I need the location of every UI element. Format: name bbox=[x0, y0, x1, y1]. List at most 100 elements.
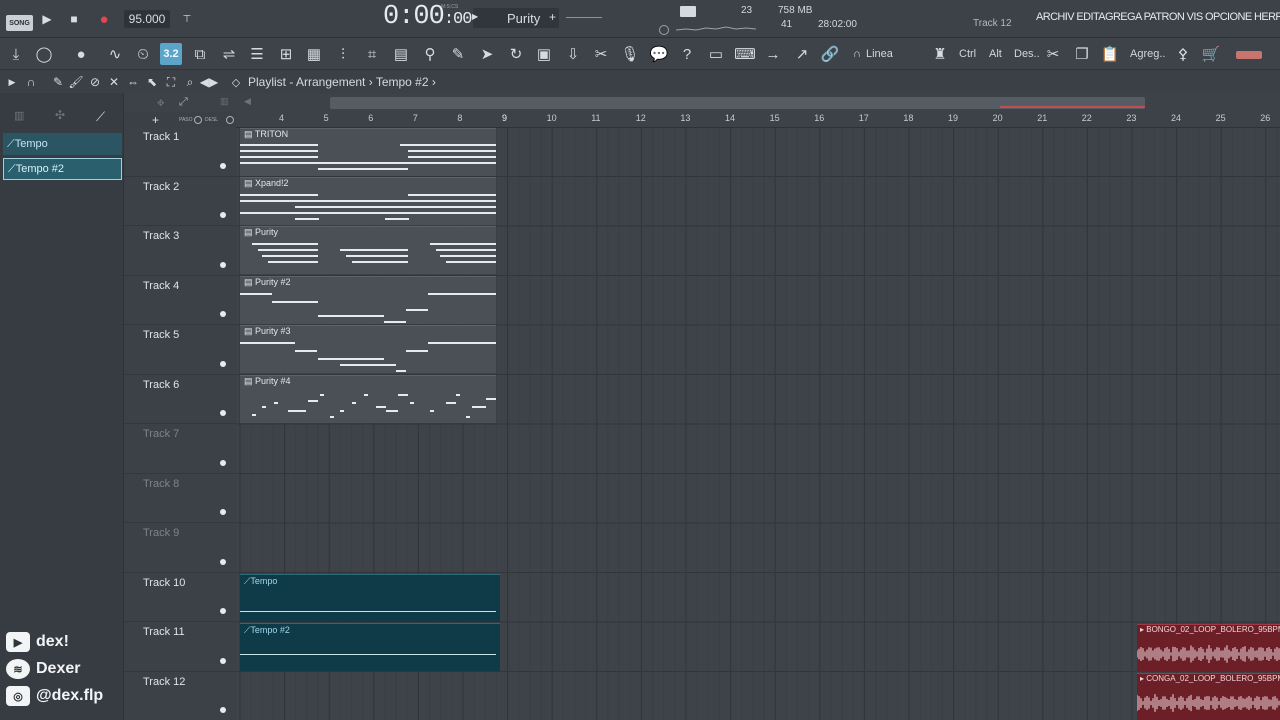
zoom-icon[interactable]: ⌕ bbox=[182, 74, 198, 90]
track-mute-dot[interactable] bbox=[220, 212, 226, 218]
step-edit-button[interactable]: 3.2 bbox=[160, 43, 182, 65]
add-pattern-icon[interactable]: + bbox=[549, 10, 556, 24]
paso-knob[interactable] bbox=[194, 116, 202, 124]
paste-icon[interactable]: 📋 bbox=[1099, 43, 1121, 65]
browser-icon[interactable]: ▤ bbox=[390, 43, 412, 65]
track-mute-dot[interactable] bbox=[220, 261, 226, 268]
track-mute-dot[interactable] bbox=[220, 558, 226, 565]
track-mute-dot[interactable] bbox=[220, 608, 226, 614]
cut-tool-icon[interactable]: ✂ bbox=[590, 43, 612, 65]
add-track-icon[interactable]: + bbox=[152, 113, 159, 127]
save-icon[interactable]: ▣ bbox=[533, 43, 555, 65]
picker-audio-icon[interactable]: ✣ bbox=[55, 108, 65, 122]
song-mode-button[interactable]: SONG bbox=[6, 15, 33, 31]
slide-icon[interactable]: ↗ bbox=[791, 43, 813, 65]
refresh-icon[interactable]: ↻ bbox=[505, 43, 527, 65]
mixer-icon[interactable]: ⫶ bbox=[332, 43, 354, 65]
keyboard-icon[interactable]: ⌨ bbox=[734, 43, 756, 65]
metronome-icon[interactable]: ● bbox=[70, 43, 92, 65]
track-mute-dot[interactable] bbox=[220, 410, 226, 416]
track-mute-dot[interactable] bbox=[220, 459, 226, 466]
playlist-grid[interactable]: ▤ TRITON ▤ Xpand!2 ▤ Purity ▤ Purity #2 … bbox=[236, 128, 1280, 720]
timeline-ruler[interactable]: 4 5 6 7 8 9 10 11 12 13 14 15 16 17 18 19 20 21 22 23 24 25 26 bbox=[236, 112, 1280, 128]
tempo-display[interactable]: 95.000 bbox=[124, 10, 170, 28]
flag-icon[interactable] bbox=[1236, 51, 1262, 59]
pattern-clip-purity-4[interactable]: ▤ Purity #4 bbox=[240, 375, 496, 423]
picker-item-tempo-2[interactable]: ⟋ Tempo #2 bbox=[3, 158, 122, 180]
desl-knob[interactable] bbox=[226, 116, 234, 124]
master-volume-slider[interactable] bbox=[566, 17, 602, 18]
paint-icon[interactable]: 🖌 bbox=[68, 74, 84, 90]
picker-pattern-icon[interactable]: ▥ bbox=[14, 109, 24, 122]
window-arrows-icon[interactable]: ◇ bbox=[228, 74, 244, 90]
automation-clip-tempo-2[interactable]: ⟋Tempo #2 bbox=[240, 623, 500, 671]
track-header[interactable]: Track 5 bbox=[124, 325, 236, 375]
track-header[interactable]: Track 8 bbox=[124, 474, 236, 523]
track-header[interactable]: Track 3 bbox=[124, 226, 236, 276]
undo-button[interactable]: Des.. bbox=[1014, 48, 1040, 60]
select-icon[interactable]: ⛶ bbox=[163, 74, 179, 90]
delete-icon[interactable]: ⊘ bbox=[87, 74, 103, 90]
slip-icon[interactable]: ⇔ bbox=[125, 74, 141, 90]
track-mute-dot[interactable] bbox=[220, 509, 226, 515]
shop-icon[interactable]: 🛒 bbox=[1200, 43, 1222, 65]
add-button[interactable]: Agreg.. bbox=[1130, 48, 1165, 60]
record-icon[interactable]: ● bbox=[95, 10, 113, 28]
track-header[interactable]: Track 12 bbox=[124, 672, 236, 720]
alt-button[interactable]: Alt bbox=[989, 48, 1002, 60]
magnet-icon[interactable]: ∩ bbox=[846, 43, 868, 65]
track-header[interactable]: Track 6 bbox=[124, 375, 236, 424]
recording-filter-icon[interactable]: ⇌ bbox=[218, 43, 240, 65]
pattern-clip-xpand[interactable]: ▤ Xpand!2 bbox=[240, 177, 496, 225]
copy-icon[interactable]: ❐ bbox=[1071, 43, 1093, 65]
plugin-icon[interactable]: ⚲ bbox=[419, 43, 441, 65]
mute-icon[interactable]: ✕ bbox=[106, 74, 122, 90]
track-mute-dot[interactable] bbox=[220, 360, 226, 367]
picker-automation-icon[interactable]: ⟋ bbox=[96, 109, 105, 125]
countdown-icon[interactable]: ⏲ bbox=[132, 43, 154, 65]
track-header[interactable]: Track 10 bbox=[124, 573, 236, 622]
master-pitch-knob[interactable] bbox=[659, 25, 669, 35]
main-menu[interactable]: ARCHIV EDITAGREGA PATRON VIS OPCIONE HER… bbox=[1036, 11, 1280, 23]
playback-icon[interactable]: ◀▶ bbox=[200, 74, 218, 90]
tempo-tap-icon[interactable]: ⊤ bbox=[178, 10, 196, 28]
microphone-icon[interactable]: 🎙 bbox=[619, 43, 641, 65]
track-mute-dot[interactable] bbox=[220, 311, 226, 317]
track-header[interactable]: Track 1 bbox=[124, 127, 236, 177]
help-icon[interactable]: ? bbox=[676, 43, 698, 65]
grid-icon[interactable]: ▥ bbox=[220, 96, 229, 107]
pattern-clip-purity-2[interactable]: ▤ Purity #2 bbox=[240, 276, 496, 324]
track-mute-dot[interactable] bbox=[220, 657, 226, 664]
ctrl-button[interactable]: Ctrl bbox=[959, 48, 976, 60]
track-header[interactable]: Track 2 bbox=[124, 177, 236, 226]
automation-clip-tempo[interactable]: ⟋Tempo bbox=[240, 574, 500, 622]
track-header[interactable]: Track 11 bbox=[124, 622, 236, 672]
next-icon[interactable]: → bbox=[762, 43, 784, 65]
save-download-icon[interactable]: ⤓ bbox=[5, 43, 27, 65]
track-header[interactable]: Track 4 bbox=[124, 276, 236, 325]
play-icon[interactable]: ▶ bbox=[38, 10, 56, 28]
hat-icon[interactable]: ♜ bbox=[929, 43, 951, 65]
pattern-clip-triton[interactable]: ▤ TRITON bbox=[240, 128, 496, 176]
piano-roll-icon[interactable]: ⊞ bbox=[275, 43, 297, 65]
options-arrow-icon[interactable]: ▶ bbox=[4, 74, 20, 90]
stop-icon[interactable]: ■ bbox=[65, 10, 83, 28]
track-header[interactable]: Track 7 bbox=[124, 424, 236, 474]
chat-icon[interactable]: 💬 bbox=[648, 43, 670, 65]
scroll-left-icon[interactable]: ◀ bbox=[244, 96, 251, 107]
wait-icon[interactable]: ∿ bbox=[104, 43, 126, 65]
link-icon[interactable]: 🔗 bbox=[819, 43, 841, 65]
pattern-selector[interactable]: ▶ Purity + bbox=[472, 8, 559, 28]
arrow-icon[interactable]: ➤ bbox=[476, 43, 498, 65]
blend-notes-icon[interactable]: ⧉ bbox=[189, 43, 211, 65]
play-pattern-icon[interactable]: ▶ bbox=[472, 12, 478, 21]
plugin-picker-icon[interactable]: ⌗ bbox=[361, 43, 383, 65]
audio-clip-conga[interactable]: ▸ CONGA_02_LOOP_BOLERO_95BPM bbox=[1137, 673, 1280, 720]
loop-icon[interactable]: ◯ bbox=[33, 43, 55, 65]
render-icon[interactable]: ⇩ bbox=[562, 43, 584, 65]
pattern-clip-purity[interactable]: ▤ Purity bbox=[240, 226, 496, 274]
audio-clip-bongo[interactable]: ▸ BONGO_02_LOOP_BOLERO_95BPM bbox=[1137, 624, 1280, 672]
window-icon[interactable]: ▭ bbox=[705, 43, 727, 65]
channel-rack-icon[interactable]: ▦ bbox=[303, 43, 325, 65]
scroll-arrow-icon[interactable]: ⤢ bbox=[179, 96, 188, 109]
